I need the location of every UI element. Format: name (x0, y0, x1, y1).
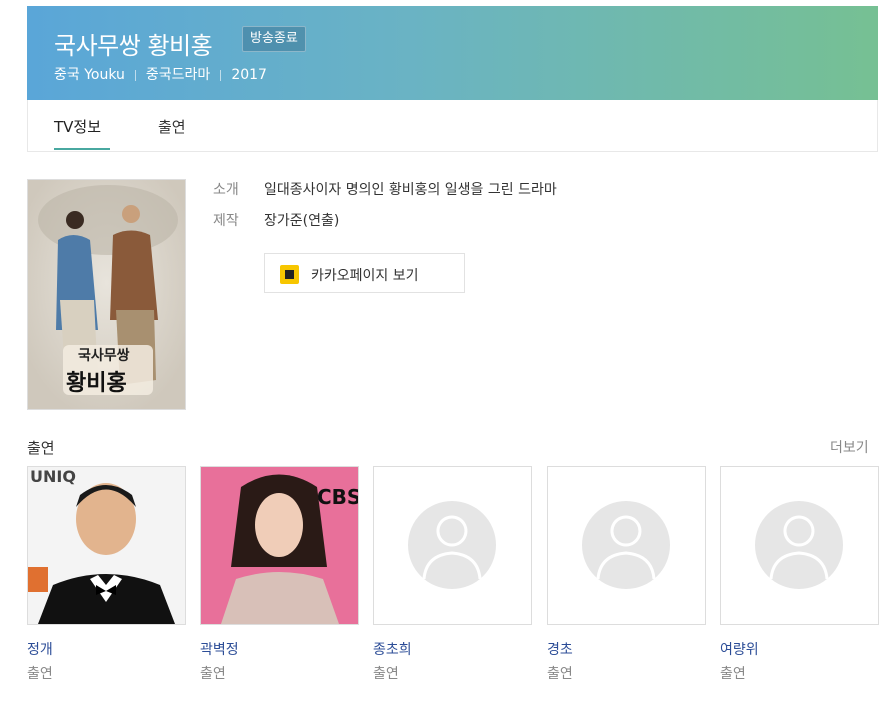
poster-image[interactable]: 국사무쌍 황비홍 (27, 179, 186, 410)
cast-card[interactable]: CBS 곽벽정 출연 (200, 466, 359, 682)
cast-photo-placeholder[interactable] (547, 466, 706, 625)
poster-subtitle: 국사무쌍 (78, 348, 130, 364)
person-placeholder-icon (755, 501, 843, 589)
intro-value: 일대종사이자 명의인 황비홍의 일생을 그린 드라마 (264, 182, 557, 198)
program-meta: 중국 Youku 중국드라마 2017 (54, 64, 267, 84)
person-placeholder-icon (408, 501, 496, 589)
kakao-page-icon (280, 265, 299, 284)
cast-role: 출연 (27, 666, 53, 682)
tab-cast[interactable]: 출연 (158, 116, 186, 137)
person-placeholder-icon (582, 501, 670, 589)
cast-name[interactable]: 곽벽정 (200, 639, 239, 659)
tab-tv-info[interactable]: TV정보 (54, 116, 101, 137)
cast-section-title: 출연 (27, 439, 55, 457)
production-label: 제작 (213, 213, 239, 229)
cast-photo-placeholder[interactable] (720, 466, 879, 625)
cast-name[interactable]: 종초희 (373, 639, 412, 659)
active-tab-indicator (54, 148, 110, 150)
cast-photo[interactable]: UNIQ (27, 466, 186, 625)
poster-title: 황비홍 (66, 370, 127, 396)
meta-channel[interactable]: 중국 Youku (54, 67, 125, 83)
cast-role: 출연 (547, 666, 573, 682)
cast-card[interactable]: 종초희 출연 (373, 466, 532, 682)
kakao-page-button[interactable]: 카카오페이지 보기 (264, 253, 465, 293)
tab-bar: TV정보 출연 (27, 100, 878, 152)
page-title: 국사무쌍 황비홍 (54, 32, 213, 60)
cast-photo[interactable]: CBS (200, 466, 359, 625)
cast-name[interactable]: 정개 (27, 639, 53, 659)
kakao-page-label: 카카오페이지 보기 (311, 268, 419, 284)
cast-role: 출연 (373, 666, 399, 682)
cast-photo-placeholder[interactable] (373, 466, 532, 625)
intro-label: 소개 (213, 182, 239, 198)
photo-background-text: UNIQ (30, 467, 76, 486)
cast-card[interactable]: 경초 출연 (547, 466, 706, 682)
cast-card[interactable]: 여량위 출연 (720, 466, 879, 682)
cast-photo-art (28, 467, 185, 624)
meta-genre[interactable]: 중국드라마 (146, 67, 210, 83)
cast-name[interactable]: 여량위 (720, 639, 759, 659)
photo-background-text: CBS (317, 485, 359, 509)
cast-role: 출연 (720, 666, 746, 682)
more-link[interactable]: 더보기 (830, 437, 869, 457)
status-badge: 방송종료 (242, 26, 306, 52)
cast-role: 출연 (200, 666, 226, 682)
divider (220, 69, 222, 81)
meta-year: 2017 (231, 67, 267, 83)
program-header: 국사무쌍 황비홍 방송종료 중국 Youku 중국드라마 2017 (27, 6, 878, 100)
divider (134, 69, 136, 81)
cast-name[interactable]: 경초 (547, 639, 573, 659)
cast-card[interactable]: UNIQ 정개 출연 (27, 466, 186, 682)
production-value[interactable]: 장가준(연출) (264, 210, 339, 230)
